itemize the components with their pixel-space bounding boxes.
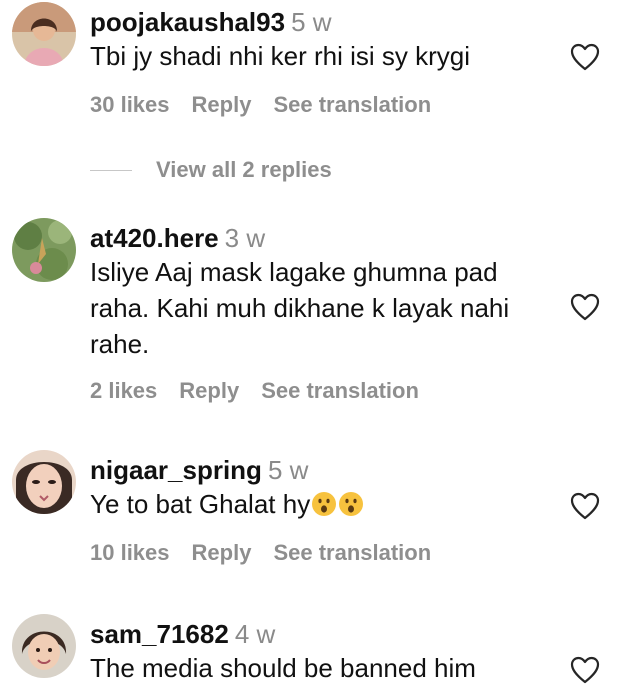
reply-button[interactable]: Reply <box>192 92 252 117</box>
comment-actions: 10 likes Reply See translation <box>90 540 453 566</box>
avatar[interactable] <box>12 450 76 514</box>
comment-actions: 2 likes Reply See translation <box>90 378 441 404</box>
view-replies-label: View all 2 replies <box>156 157 332 182</box>
see-translation-button[interactable]: See translation <box>261 378 419 403</box>
comment-username[interactable]: poojakaushal93 <box>90 7 285 37</box>
heart-icon[interactable] <box>570 43 600 71</box>
avatar[interactable] <box>12 614 76 678</box>
see-translation-button[interactable]: See translation <box>273 540 431 565</box>
comment-text-content: Ye to bat Ghalat hy <box>90 489 311 519</box>
comment-time: 3 w <box>224 223 266 253</box>
heart-icon[interactable] <box>570 293 600 321</box>
comment-time: 4 w <box>234 619 276 649</box>
heart-icon[interactable] <box>570 492 600 520</box>
comment-username[interactable]: at420.here <box>90 223 219 253</box>
likes-count[interactable]: 30 likes <box>90 92 170 117</box>
likes-count[interactable]: 10 likes <box>90 540 170 565</box>
comment-text: Ye to bat Ghalat hy <box>90 486 560 522</box>
comment-text: The media should be banned him <box>90 653 476 683</box>
comment-actions: 30 likes Reply See translation <box>90 92 453 118</box>
hushed-face-emoji-icon <box>338 490 364 516</box>
hushed-face-emoji-icon <box>311 490 337 516</box>
likes-count[interactable]: 2 likes <box>90 378 157 403</box>
reply-button[interactable]: Reply <box>179 378 239 403</box>
see-translation-button[interactable]: See translation <box>273 92 431 117</box>
comment-username[interactable]: sam_71682 <box>90 619 229 649</box>
heart-icon[interactable] <box>570 656 600 684</box>
avatar[interactable] <box>12 218 76 282</box>
reply-button[interactable]: Reply <box>192 540 252 565</box>
comment-time: 5 w <box>267 455 309 485</box>
comment-text: Tbi jy shadi nhi ker rhi isi sy krygi <box>90 41 470 71</box>
view-replies-button[interactable]: View all 2 replies <box>90 155 332 185</box>
comment-time: 5 w <box>291 7 332 37</box>
comment-username[interactable]: nigaar_spring <box>90 455 262 485</box>
divider-line <box>90 169 132 171</box>
comment-text: Isliye Aaj mask lagake ghumna pad raha. … <box>90 257 510 359</box>
avatar[interactable] <box>12 2 76 66</box>
